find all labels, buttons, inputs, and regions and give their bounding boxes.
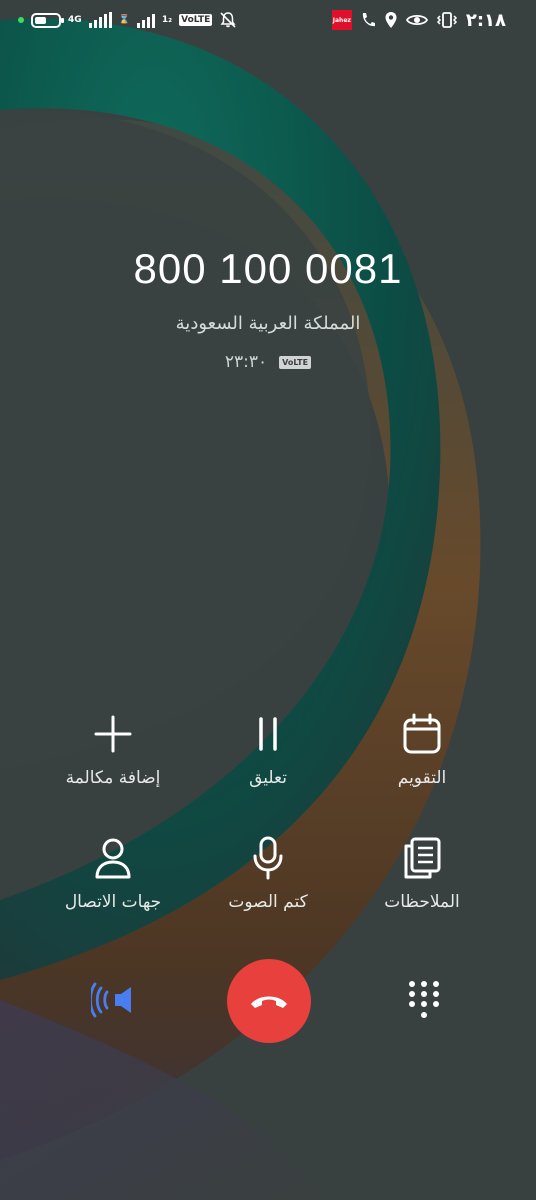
vibrate-icon bbox=[436, 12, 457, 28]
notes-button[interactable]: الملاحظات bbox=[342, 836, 502, 912]
dialpad-button[interactable] bbox=[400, 976, 448, 1024]
calendar-label: التقويم bbox=[397, 768, 447, 788]
hold-label: تعليق bbox=[249, 768, 287, 788]
status-time: ٢:١٨ bbox=[465, 9, 506, 31]
volte-call-badge: VoLTE bbox=[279, 355, 312, 369]
microphone-icon bbox=[253, 836, 283, 880]
calendar-icon bbox=[403, 713, 441, 754]
sim2-label: 1₂ bbox=[161, 14, 173, 25]
battery-icon bbox=[31, 12, 64, 28]
no-data-icon: ⌛ bbox=[118, 14, 130, 25]
signal-sim2-icon bbox=[136, 12, 155, 28]
bell-off-icon bbox=[220, 12, 236, 28]
location-icon bbox=[385, 12, 397, 28]
notes-icon bbox=[404, 837, 441, 879]
mute-label: كتم الصوت bbox=[228, 892, 308, 912]
notes-label: الملاحظات bbox=[384, 892, 460, 912]
call-duration: ٢٣:٣٠ bbox=[224, 352, 268, 372]
hold-button[interactable]: تعليق bbox=[188, 712, 348, 788]
contacts-label: جهات الاتصال bbox=[64, 892, 162, 912]
volte-badge: VoLTE bbox=[179, 14, 213, 26]
person-icon bbox=[95, 838, 131, 879]
caller-location: المملكة العربية السعودية bbox=[175, 313, 361, 334]
end-call-button[interactable] bbox=[227, 959, 311, 1043]
phone-hangup-icon bbox=[251, 996, 287, 1008]
signal-sim1-icon bbox=[88, 12, 112, 28]
call-active-icon bbox=[362, 13, 375, 27]
add-call-button[interactable]: إضافة مكالمة bbox=[33, 712, 193, 788]
mute-button[interactable]: كتم الصوت bbox=[188, 836, 348, 912]
eye-icon bbox=[405, 14, 428, 26]
call-timer-row: ٢٣:٣٠ VoLTE bbox=[0, 352, 536, 372]
status-bar: 4G ⌛ 1₂ VoLTE Jahez ٢:١٨ bbox=[0, 0, 536, 40]
jahez-app-icon: Jahez bbox=[331, 10, 352, 30]
recording-dot bbox=[18, 17, 24, 23]
pause-icon bbox=[259, 717, 277, 751]
speaker-button[interactable] bbox=[90, 980, 138, 1020]
calendar-button[interactable]: التقويم bbox=[342, 712, 502, 788]
speaker-icon bbox=[91, 982, 131, 1018]
plus-icon bbox=[94, 715, 132, 753]
dialpad-icon bbox=[409, 981, 439, 1018]
add-call-label: إضافة مكالمة bbox=[65, 768, 161, 788]
contacts-button[interactable]: جهات الاتصال bbox=[33, 836, 193, 912]
phone-number: 800 100 0081 bbox=[133, 245, 403, 292]
network-type: 4G bbox=[68, 14, 82, 25]
